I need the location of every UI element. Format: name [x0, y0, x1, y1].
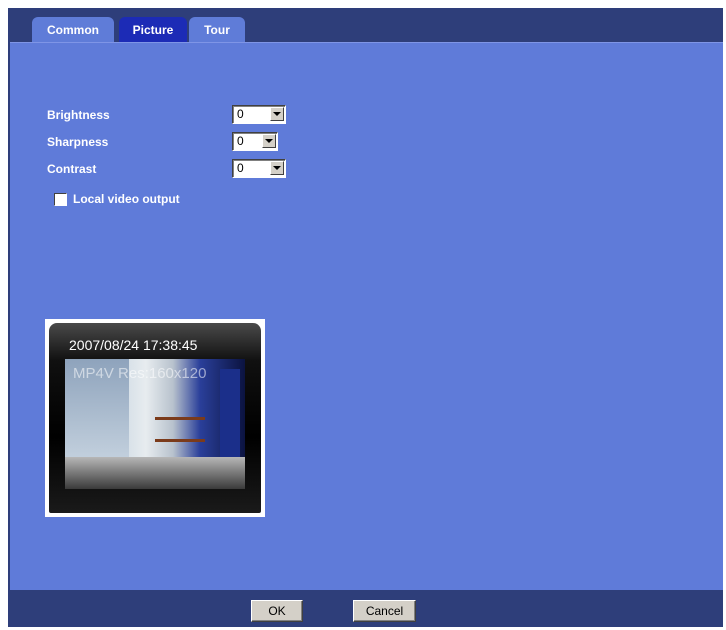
chevron-down-icon[interactable]: [270, 161, 284, 175]
sharpness-value: 0: [237, 134, 244, 148]
preview-timestamp: 2007/08/24 17:38:45: [69, 337, 198, 353]
video-preview: 2007/08/24 17:38:45 MP4V Res:160x120: [45, 319, 265, 517]
tab-bar: Common Picture Tour: [8, 9, 723, 43]
picture-settings-panel: Brightness 0 Sharpness 0 Contrast 0 Loca…: [10, 42, 723, 590]
cancel-button[interactable]: Cancel: [353, 600, 416, 622]
tab-tour[interactable]: Tour: [189, 17, 245, 43]
contrast-select[interactable]: 0: [232, 159, 286, 178]
local-video-output-label: Local video output: [73, 192, 180, 206]
ok-button[interactable]: OK: [251, 600, 303, 622]
chevron-down-icon[interactable]: [262, 134, 276, 148]
contrast-label: Contrast: [47, 162, 97, 176]
sharpness-label: Sharpness: [47, 135, 109, 149]
tab-picture[interactable]: Picture: [119, 17, 187, 43]
chevron-down-icon[interactable]: [270, 107, 284, 121]
preview-overlay-text: MP4V Res:160x120: [73, 365, 207, 382]
preview-bezel: 2007/08/24 17:38:45 MP4V Res:160x120: [49, 323, 261, 513]
local-video-output-checkbox[interactable]: [54, 192, 67, 206]
contrast-value: 0: [237, 161, 244, 175]
brightness-value: 0: [237, 107, 244, 121]
local-video-output-row[interactable]: Local video output: [54, 192, 180, 206]
brightness-select[interactable]: 0: [232, 105, 286, 124]
brightness-label: Brightness: [47, 108, 110, 122]
sharpness-select[interactable]: 0: [232, 132, 278, 151]
tab-common[interactable]: Common: [32, 17, 114, 43]
